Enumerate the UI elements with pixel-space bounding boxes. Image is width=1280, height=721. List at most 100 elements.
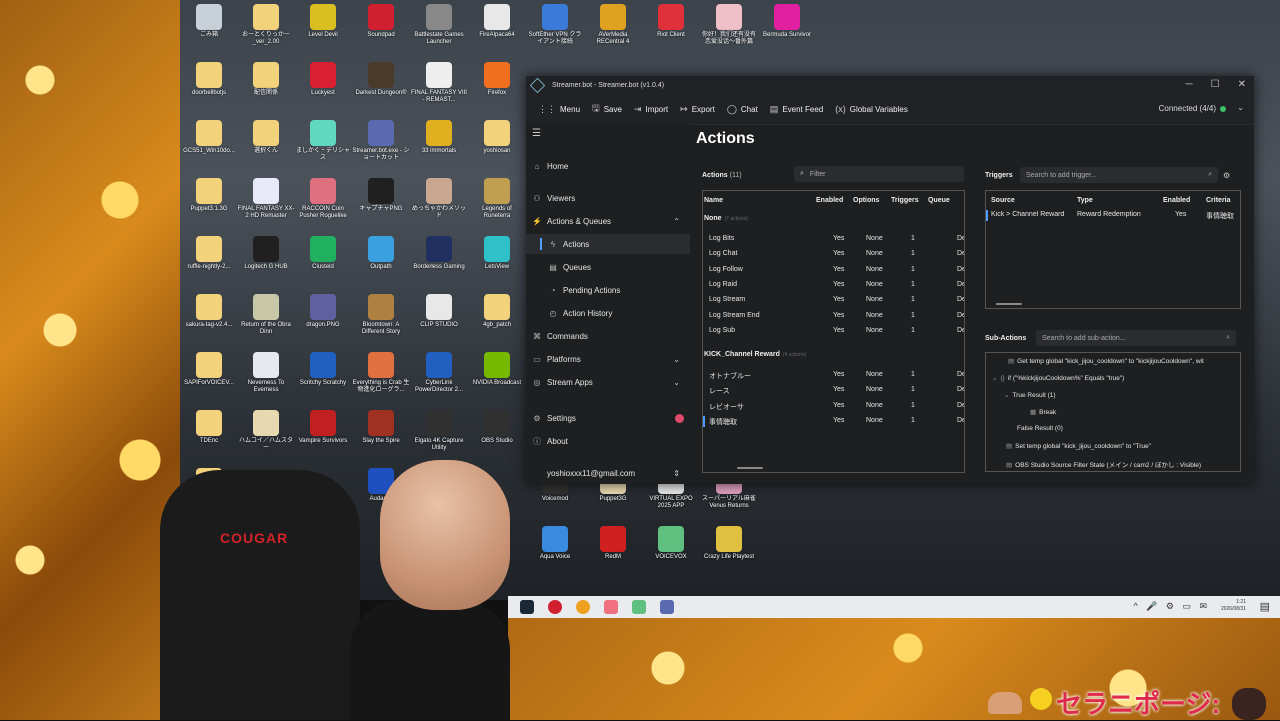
clock[interactable]: 1:21 2026/08/31 — [1221, 599, 1246, 613]
desktop-shortcut[interactable]: Outpath — [352, 236, 410, 271]
event-feed-button[interactable]: ▤ Event Feed — [770, 104, 823, 115]
desktop-shortcut[interactable]: CLIP STUDIO — [410, 294, 468, 329]
sidebar-item-action-history[interactable]: ◴ Action History — [526, 303, 690, 323]
desktop-shortcut[interactable]: FireAlpaca64 — [468, 4, 526, 39]
menu-button[interactable]: ⋮⋮ Menu — [538, 104, 580, 115]
desktop-shortcut[interactable]: Everything is Crab 生物進化ローグラ... — [352, 352, 410, 394]
desktop-shortcut[interactable]: Aqua Voice — [526, 526, 584, 561]
table-row[interactable]: レース Yes None 1 De — [703, 383, 964, 398]
gear-icon[interactable]: ⚙ — [1223, 171, 1230, 180]
column-header-type[interactable]: Type — [1077, 197, 1093, 204]
sidebar-item-platforms[interactable]: ▭ Platforms ⌄ — [526, 349, 690, 369]
trigger-search-input[interactable]: Search to add trigger... ⌕ — [1020, 167, 1218, 183]
desktop-shortcut[interactable]: Return of the Obra Dinn — [237, 294, 295, 336]
app-icon[interactable] — [576, 600, 590, 614]
desktop-shortcut[interactable]: NVIDIA Broadcast — [468, 352, 526, 387]
voicevox-icon[interactable] — [632, 600, 646, 614]
column-header-options[interactable]: Options — [853, 197, 879, 204]
desktop-shortcut[interactable]: TDEnc — [180, 410, 238, 445]
streamerbot-icon[interactable] — [660, 600, 674, 614]
desktop-shortcut[interactable]: 4gb_patch — [468, 294, 526, 329]
desktop-shortcut[interactable]: 33 immortals — [410, 120, 468, 155]
desktop-shortcut[interactable]: Legends of Runeterra — [468, 178, 526, 220]
desktop-shortcut[interactable]: FINAL FANTASY VIII - REMAST... — [410, 62, 468, 104]
desktop-shortcut[interactable]: VOICEVOX — [642, 526, 700, 561]
table-row[interactable]: オトナブルー Yes None 1 De — [703, 368, 964, 383]
sidebar-item-about[interactable]: ⓘ About — [526, 431, 690, 451]
chat-button[interactable]: ◯ Chat — [727, 104, 758, 115]
desktop-shortcut[interactable]: めっちゃかわメソッド — [410, 178, 468, 220]
column-header-enabled[interactable]: Enabled — [816, 197, 843, 204]
title-bar[interactable]: Streamer.bot - Streamer.bot (v1.0.4) ─ ☐… — [526, 76, 1254, 94]
subaction-item[interactable]: ▤ OBS Studio Source Filter State (メイン / c… — [1006, 459, 1201, 469]
desktop-shortcut[interactable]: Battlestate Games Launcher — [410, 4, 468, 46]
desktop-shortcut[interactable]: doorbellbotjs — [180, 62, 238, 97]
desktop-shortcut[interactable]: Firefox — [468, 62, 526, 97]
table-row[interactable]: レビオーサ Yes None 1 De — [703, 399, 964, 414]
desktop-shortcut[interactable]: ごみ箱 — [180, 4, 238, 39]
subaction-item[interactable]: ▤ Set temp global "kick_jijou_cooldown" t… — [1006, 442, 1151, 450]
global-variables-button[interactable]: (x) Global Variables — [835, 104, 908, 114]
desktop-shortcut[interactable]: GCS51_Win10do... — [180, 120, 238, 155]
desktop-shortcut[interactable]: ハムコイ／ハムスター — [237, 410, 295, 452]
chevron-down-icon[interactable]: ⌄ — [1237, 103, 1244, 112]
app-icon[interactable] — [548, 600, 562, 614]
desktop-shortcut[interactable]: Level Devil — [294, 4, 352, 39]
desktop-shortcut[interactable]: Bloomtown: A Different Story — [352, 294, 410, 336]
table-row[interactable]: Log Follow Yes None 1 De — [703, 263, 964, 278]
sidebar-item-actions[interactable]: ϟ Actions — [526, 234, 690, 254]
save-button[interactable]: 🖫 Save — [592, 101, 622, 117]
table-row[interactable]: 事情聴取 Yes None 1 De — [703, 414, 964, 429]
column-header-name[interactable]: Name — [704, 197, 723, 204]
table-row[interactable]: Log Bits Yes None 1 De — [703, 232, 964, 247]
desktop-shortcut[interactable]: sakura-tag-v2.4... — [180, 294, 238, 329]
subaction-search-input[interactable]: Search to add sub-action... ⌕ — [1036, 330, 1236, 346]
desktop-shortcut[interactable]: Borderless Gaming — [410, 236, 468, 271]
desktop-shortcut[interactable]: FINAL FANTASY XX-2 HD Remaster — [237, 178, 295, 220]
desktop-shortcut[interactable]: キャプチャPNG — [352, 178, 410, 213]
steam-icon[interactable] — [520, 600, 534, 614]
desktop-shortcut[interactable]: Streamer.bot.exe - ショートカット — [352, 120, 410, 162]
table-row[interactable]: Log Stream End Yes None 1 De — [703, 309, 964, 324]
column-header-triggers[interactable]: Triggers — [891, 197, 919, 204]
column-header-enabled[interactable]: Enabled — [1163, 197, 1190, 204]
group-header[interactable]: KICK_Channel Reward (4 actions) — [704, 351, 806, 358]
desktop-shortcut[interactable]: Darkest Dungeon® — [352, 62, 410, 97]
desktop-shortcut[interactable]: Riot Client — [642, 4, 700, 39]
sidebar-item-pending-actions[interactable]: ◔ Pending Actions — [526, 280, 690, 300]
desktop-shortcut[interactable]: Luckyest — [294, 62, 352, 97]
app-icon[interactable] — [604, 600, 618, 614]
import-button[interactable]: ⇥ Import — [634, 104, 668, 115]
desktop-shortcut[interactable]: Vampire Survivors — [294, 410, 352, 445]
desktop-shortcut[interactable]: CyberLink PowerDirector 2... — [410, 352, 468, 394]
account-switcher[interactable]: yoshioxxx11@gmail.com ⇕ — [526, 463, 690, 483]
desktop-shortcut[interactable]: SoftEther VPN クライアント接続 — [526, 4, 584, 46]
column-header-queue[interactable]: Queue — [928, 197, 950, 204]
desktop-shortcut[interactable]: おーとくりっかー_ver_2.00 — [237, 4, 295, 46]
desktop-shortcut[interactable]: ましかく・デリシャス — [294, 120, 352, 162]
notification-icon[interactable]: ▤ — [1260, 600, 1270, 613]
desktop-shortcut[interactable]: RACCOIN Coin Pusher Roguelike — [294, 178, 352, 220]
horizontal-scrollbar[interactable] — [996, 303, 1022, 305]
sidebar-item-actions-queues[interactable]: ⚡ Actions & Queues ⌃ — [526, 211, 690, 231]
table-row[interactable]: Log Raid Yes None 1 De — [703, 278, 964, 293]
sidebar-item-stream-apps[interactable]: ◎ Stream Apps ⌄ — [526, 372, 690, 392]
desktop-shortcut[interactable]: Clusteld — [294, 236, 352, 271]
desktop-shortcut[interactable]: RedM — [584, 526, 642, 561]
filter-input[interactable]: ⌕ Filter — [794, 166, 964, 182]
desktop-shortcut[interactable]: Bermuda Survivor — [758, 4, 816, 39]
column-header-criteria[interactable]: Criteria — [1206, 197, 1231, 204]
desktop-shortcut[interactable]: LetsView — [468, 236, 526, 271]
desktop-shortcut[interactable]: Neverness To Everness — [237, 352, 295, 394]
desktop-shortcut[interactable]: dragon.PNG — [294, 294, 352, 329]
desktop-shortcut[interactable]: Elgato 4K Capture Utility — [410, 410, 468, 452]
desktop-shortcut[interactable]: 配信関係 — [237, 62, 295, 97]
desktop-shortcut[interactable]: Crazy Life Playtest — [700, 526, 758, 561]
group-header[interactable]: None (7 actions) — [704, 215, 748, 222]
desktop-shortcut[interactable]: SAPIForVOICEV... — [180, 352, 238, 387]
column-header-source[interactable]: Source — [991, 197, 1015, 204]
maximize-button[interactable]: ☐ — [1211, 79, 1220, 90]
subaction-item[interactable]: ▦ Break — [1030, 408, 1056, 416]
export-button[interactable]: ↦ Export — [680, 104, 715, 115]
desktop-shortcut[interactable]: Soundpad — [352, 4, 410, 39]
